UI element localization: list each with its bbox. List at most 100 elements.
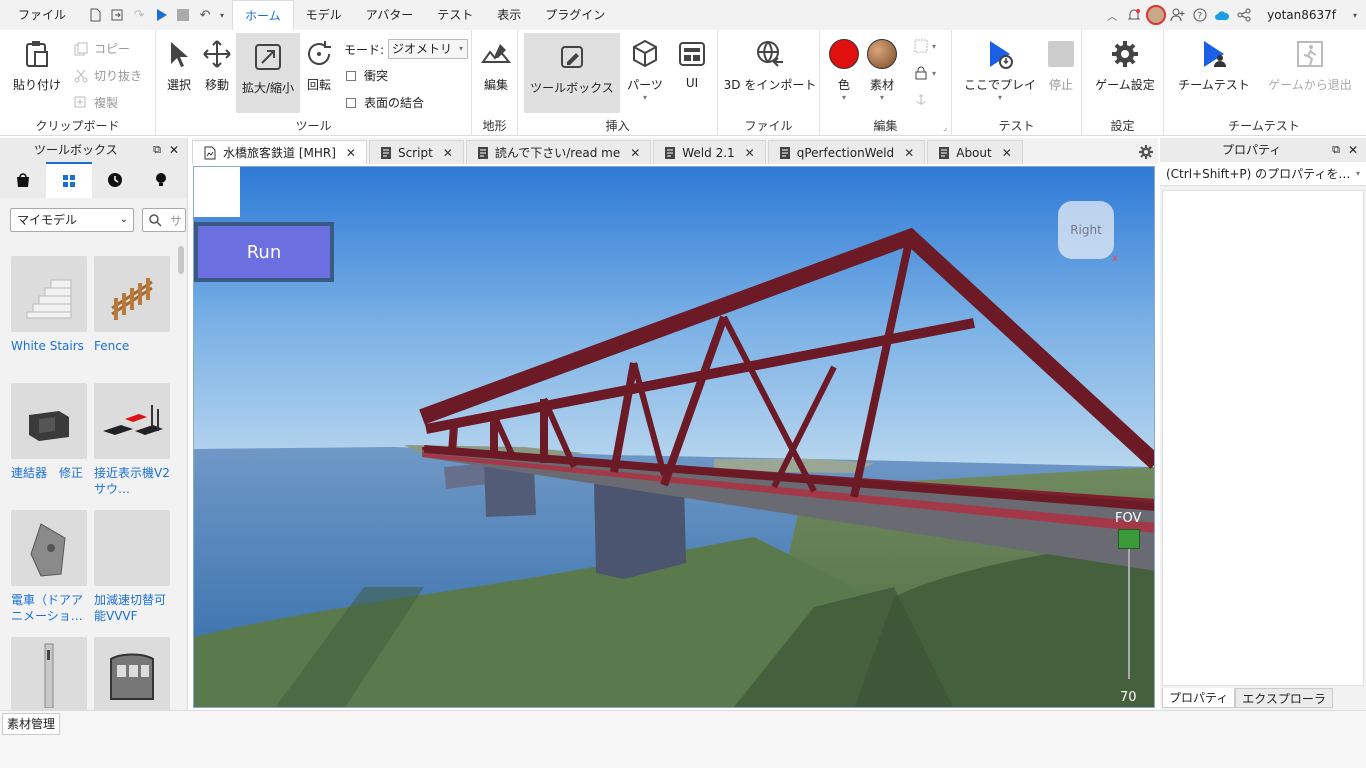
color-button[interactable]: 色 ▾ — [826, 30, 862, 114]
group-icon[interactable]: ▾ — [914, 38, 944, 54]
toolbox-button[interactable]: ツールボックス — [524, 33, 620, 113]
new-file-icon[interactable] — [84, 4, 106, 26]
chevron-down-icon[interactable]: ▾ — [216, 4, 228, 26]
tab-creations[interactable] — [138, 162, 184, 198]
fov-slider-track[interactable] — [1128, 549, 1130, 679]
close-icon[interactable]: ✕ — [346, 146, 356, 160]
menu-tab-avatar[interactable]: アバター — [354, 0, 426, 30]
fov-value: 70 — [1120, 690, 1137, 705]
properties-title: プロパティ — [1222, 143, 1282, 157]
properties-list — [1162, 190, 1364, 686]
notification-icon[interactable] — [1123, 4, 1145, 26]
team-test-button[interactable]: チームテスト — [1172, 30, 1256, 110]
rotate-button[interactable]: 回転 — [302, 30, 336, 110]
help-icon[interactable]: ? — [1189, 4, 1211, 26]
stop-icon[interactable] — [172, 4, 194, 26]
view-cube[interactable]: Right — [1058, 201, 1114, 259]
toolbox-item[interactable] — [94, 637, 170, 719]
redo-icon[interactable]: ↷ — [128, 4, 150, 26]
tab-asset-manager[interactable]: 素材管理 — [2, 713, 61, 735]
import-3d-button[interactable]: 3D をインポート — [722, 30, 818, 110]
stop-button[interactable]: 停止 — [1042, 30, 1080, 110]
toolbox-item[interactable]: White Stairs — [11, 256, 87, 354]
username[interactable]: yotan8637f — [1255, 8, 1350, 22]
tab-place[interactable]: 水橋旅客鉄道 [MHR] ✕ — [192, 140, 367, 164]
cloud-icon[interactable] — [1211, 4, 1233, 26]
menu-tab-plugins[interactable]: プラグイン — [533, 0, 617, 30]
viewport-settings-icon[interactable] — [1136, 140, 1156, 164]
parts-button[interactable]: パーツ ▾ — [624, 30, 666, 114]
close-icon[interactable]: ✕ — [1002, 146, 1012, 160]
lock-icon[interactable]: ▾ — [914, 65, 944, 81]
toolbox-item[interactable] — [11, 637, 87, 719]
toolbox-item[interactable]: 加減速切替可能VVVF — [94, 510, 170, 624]
tab-properties[interactable]: プロパティ — [1162, 688, 1236, 708]
avatar[interactable] — [1145, 4, 1167, 26]
close-icon[interactable]: ✕ — [745, 146, 755, 160]
paste-button[interactable]: 貼り付け — [6, 30, 68, 110]
toolbox-item[interactable]: 接近表示機V2 サウ… — [94, 383, 182, 497]
toolbox-item[interactable]: Fence — [94, 256, 170, 354]
menu-tab-test[interactable]: テスト — [425, 0, 485, 30]
tab-weld[interactable]: Weld 2.1 ✕ — [653, 140, 766, 164]
anchor-icon[interactable] — [914, 92, 930, 108]
menu-tab-view[interactable]: 表示 — [485, 0, 533, 30]
cut-button[interactable]: 切り抜き — [74, 67, 142, 84]
close-icon[interactable]: ✕ — [630, 146, 640, 160]
material-button[interactable]: 素材 ▾ — [864, 30, 900, 114]
close-icon[interactable]: ✕ — [1348, 138, 1358, 162]
material-swatch-icon — [867, 39, 897, 69]
3d-viewport[interactable]: Run Right x FOV 70 — [193, 166, 1155, 708]
toolbox-item[interactable]: 連結器 修正 — [11, 383, 87, 481]
undock-icon[interactable]: ⧉ — [1332, 138, 1340, 162]
fov-slider-handle[interactable] — [1118, 529, 1140, 549]
toolbox-search[interactable]: サ — [142, 208, 186, 232]
file-group: 3D をインポート ファイル — [718, 30, 820, 136]
share-icon[interactable] — [1233, 4, 1255, 26]
terrain-edit-button[interactable]: 編集 — [478, 30, 514, 110]
select-button[interactable]: 選択 — [162, 30, 196, 110]
scene-render — [194, 167, 1154, 707]
tab-explorer[interactable]: エクスプローラ — [1235, 688, 1333, 708]
join-surfaces-checkbox[interactable]: 表面の結合 — [346, 94, 424, 111]
tab-qperfectionweld[interactable]: qPerfectionWeld ✕ — [767, 140, 926, 164]
collision-checkbox[interactable]: 衝突 — [346, 67, 388, 84]
close-icon[interactable]: ✕ — [904, 146, 914, 160]
undock-icon[interactable]: ⧉ — [153, 138, 161, 162]
menu-tab-home[interactable]: ホーム — [232, 0, 294, 30]
item-thumbnail — [11, 256, 87, 332]
category-select[interactable]: マイモデル ⌄ — [10, 208, 134, 232]
toolbox-item[interactable]: 電車（ドアアニメーショ… — [11, 510, 87, 624]
copy-button[interactable]: コピー — [74, 40, 130, 57]
tab-script[interactable]: Script ✕ — [368, 140, 464, 164]
mode-select[interactable]: ジオメトリ ▾ — [388, 39, 469, 59]
open-file-icon[interactable] — [106, 4, 128, 26]
tab-about[interactable]: About ✕ — [927, 140, 1023, 164]
undo-icon[interactable]: ↶ — [194, 4, 216, 26]
menu-file[interactable]: ファイル — [0, 0, 84, 30]
tab-recent[interactable] — [92, 162, 138, 198]
properties-filter-input[interactable]: (Ctrl+Shift+P) のプロパティを… ▾ — [1160, 162, 1366, 186]
duplicate-button[interactable]: 複製 — [74, 94, 118, 111]
play-here-button[interactable]: ここでプレイ ▾ — [958, 30, 1042, 114]
play-icon[interactable] — [150, 4, 172, 26]
exit-game-button[interactable]: ゲームから退出 — [1262, 30, 1358, 110]
bottom-bar: 素材管理 — [0, 710, 1366, 768]
collapse-icon[interactable]: ︿ — [1101, 4, 1123, 26]
move-button[interactable]: 移動 — [200, 30, 234, 110]
add-user-icon[interactable] — [1167, 4, 1189, 26]
tab-inventory[interactable] — [46, 162, 92, 198]
game-settings-button[interactable]: ゲーム設定 — [1088, 30, 1162, 110]
close-icon[interactable]: ✕ — [443, 146, 453, 160]
menu-tab-model[interactable]: モデル — [294, 0, 354, 30]
ui-button[interactable]: UI — [672, 30, 712, 110]
close-icon[interactable]: ✕ — [169, 138, 179, 162]
toolbox-scrollbar[interactable] — [178, 246, 184, 274]
clock-icon — [108, 173, 122, 187]
edit-group: 色 ▾ 素材 ▾ ▾ ▾ ⌟ 編集 — [820, 30, 952, 136]
tab-marketplace[interactable] — [0, 162, 46, 198]
tab-readme[interactable]: 読んで下さい/read me ✕ — [465, 140, 652, 164]
run-button[interactable]: Run — [194, 222, 334, 282]
chevron-down-icon[interactable]: ▾ — [1350, 4, 1360, 26]
scale-button[interactable]: 拡大/縮小 — [236, 33, 300, 113]
